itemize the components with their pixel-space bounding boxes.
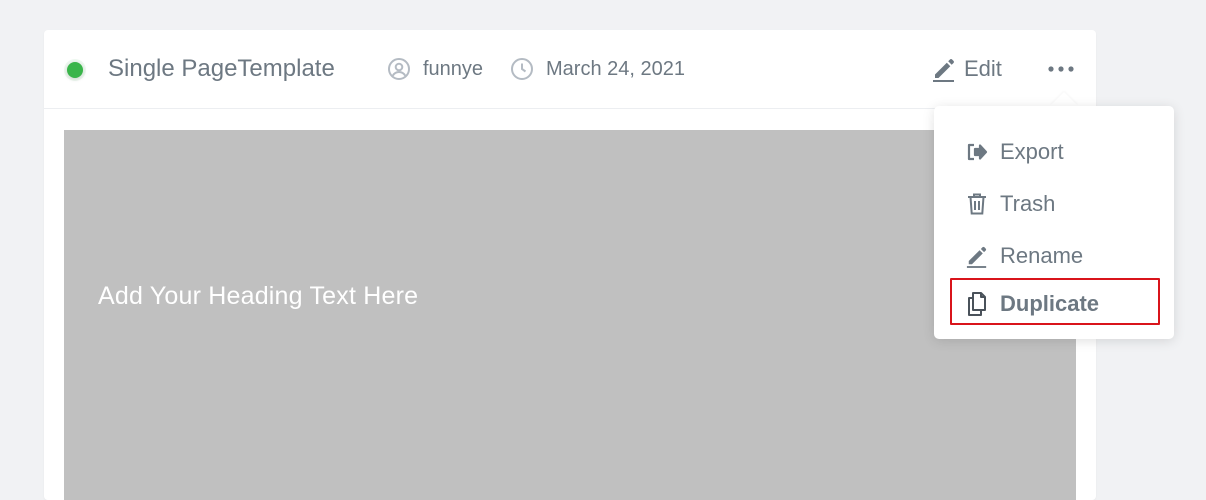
clock-icon [510, 57, 534, 81]
menu-item-export[interactable]: Export [966, 137, 1064, 167]
user-icon [387, 57, 411, 81]
pencil-icon [966, 243, 988, 269]
highlight-box [950, 278, 1160, 325]
menu-label-trash: Trash [1000, 191, 1056, 216]
pencil-icon [932, 56, 956, 82]
trash-icon [966, 192, 988, 216]
dropdown-arrow [1050, 92, 1078, 106]
created-date: March 24, 2021 [546, 57, 685, 80]
options-dropdown: Export Trash Rename Duplicate [934, 106, 1174, 339]
date-meta: March 24, 2021 [510, 56, 685, 82]
more-options-button[interactable] [1046, 56, 1076, 80]
status-indicator [67, 62, 83, 78]
menu-item-trash[interactable]: Trash [966, 189, 1055, 219]
export-icon [966, 142, 988, 162]
edit-label: Edit [964, 56, 1002, 81]
menu-item-rename[interactable]: Rename [966, 241, 1083, 271]
edit-button[interactable]: Edit [932, 54, 1002, 84]
author-name: funnye [423, 57, 484, 80]
template-title: Single PageTemplate [108, 55, 335, 82]
menu-label-export: Export [1000, 139, 1064, 164]
preview-heading: Add Your Heading Text Here [98, 282, 419, 310]
template-preview[interactable]: Add Your Heading Text Here [64, 130, 1076, 500]
author-meta: funnye [387, 56, 483, 82]
card-header: Single PageTemplate funnye March 24, 202… [44, 30, 1096, 109]
menu-label-rename: Rename [1000, 243, 1084, 268]
ellipsis-horizontal-icon [1048, 59, 1074, 77]
